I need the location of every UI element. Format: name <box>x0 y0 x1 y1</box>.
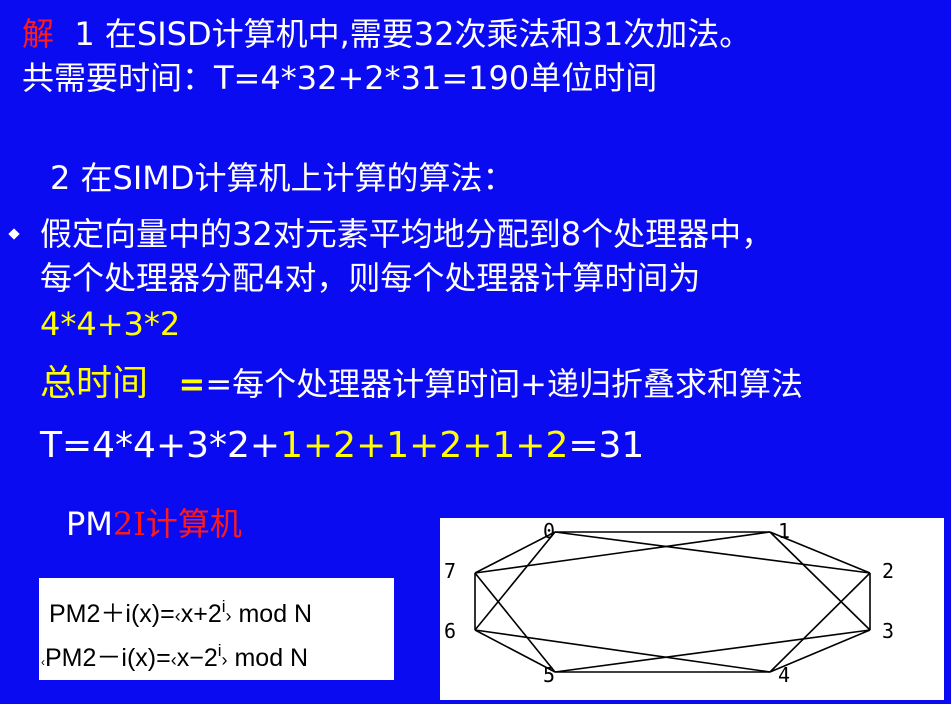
equation-part-2: 1+2+1+2+1+2 <box>280 425 569 466</box>
pm2-plus-formula: PM2＋i(x)=‹x+2i› mod N <box>49 592 312 631</box>
edge-0-2 <box>554 531 871 574</box>
node-label-7: 7 <box>444 559 456 583</box>
edge-7-1 <box>474 531 771 574</box>
node-label-5: 5 <box>543 663 555 687</box>
edge-4-6 <box>474 629 771 673</box>
edge-2-4 <box>769 572 871 673</box>
pm2i-network-diagram: 0 1 2 3 4 5 6 7 <box>440 518 944 700</box>
formula-minus-rparen: › <box>221 650 228 670</box>
bullet-text-line-1: 假定向量中的32对元素平均地分配到8个处理器中， <box>40 215 774 253</box>
bullet-diamond-icon <box>8 228 20 240</box>
bullet-text-line-2: 每个处理器分配4对，则每个处理器计算时间为 <box>40 259 701 297</box>
node-label-4: 4 <box>778 663 790 687</box>
formula-plus-lhs: PM2＋i(x)= <box>49 600 175 628</box>
sisd-total-time: 共需要时间：T=4*32+2*31=190单位时间 <box>22 59 658 97</box>
total-time-equation: T=4*4+3*2+1+2+1+2+1+2=31 <box>40 424 644 468</box>
formula-minus-mod: mod N <box>234 644 309 672</box>
node-label-1: 1 <box>778 519 790 543</box>
pm2-minus-formula: ‹PM2－i(x)=‹x−2i› mod N <box>41 636 308 677</box>
node-label-2: 2 <box>882 559 894 583</box>
formula-minus-lhs: PM2－i(x)= <box>45 644 171 672</box>
node-label-6: 6 <box>444 619 456 643</box>
pm2i-formula-box: PM2＋i(x)=‹x+2i› mod N ‹PM2－i(x)=‹x−2i› m… <box>39 578 394 680</box>
pm2i-prefix: PM <box>66 505 113 543</box>
pm2i-red-text: 2I计算机 <box>112 505 242 543</box>
total-time-label: 总时间 <box>40 363 149 404</box>
equation-part-3: =31 <box>568 425 645 466</box>
simd-heading: 2 在SIMD计算机上计算的算法： <box>50 159 515 197</box>
total-time-line: 总时间 ==每个处理器计算时间+递归折叠求和算法 <box>40 363 803 404</box>
edge-5-7 <box>474 572 556 673</box>
network-svg: 0 1 2 3 4 5 6 7 <box>444 519 894 687</box>
node-label-3: 3 <box>882 619 894 643</box>
node-label-0: 0 <box>543 519 555 543</box>
formula-plus-mod: mod N <box>238 600 313 628</box>
edge-1-3 <box>769 531 871 631</box>
total-time-definition: =每个处理器计算时间+递归折叠求和算法 <box>205 365 803 403</box>
processor-time-expression: 4*4+3*2 <box>40 305 181 343</box>
formula-plus-body: x+2 <box>180 600 222 628</box>
edge-3-5 <box>554 629 871 673</box>
formula-minus-body: x−2 <box>176 644 218 672</box>
sisd-description: 1 在SISD计算机中,需要32次乘法和31次加法。 <box>74 15 752 53</box>
solution-line-1: 解 1 在SISD计算机中,需要32次乘法和31次加法。 <box>22 14 751 54</box>
solution-label: 解 <box>22 15 55 53</box>
pm2i-heading: PM2I计算机 <box>66 504 242 544</box>
edge-6-0 <box>474 531 556 631</box>
equation-part-1: T=4*4+3*2+ <box>40 425 281 466</box>
formula-plus-rparen: › <box>225 606 232 626</box>
